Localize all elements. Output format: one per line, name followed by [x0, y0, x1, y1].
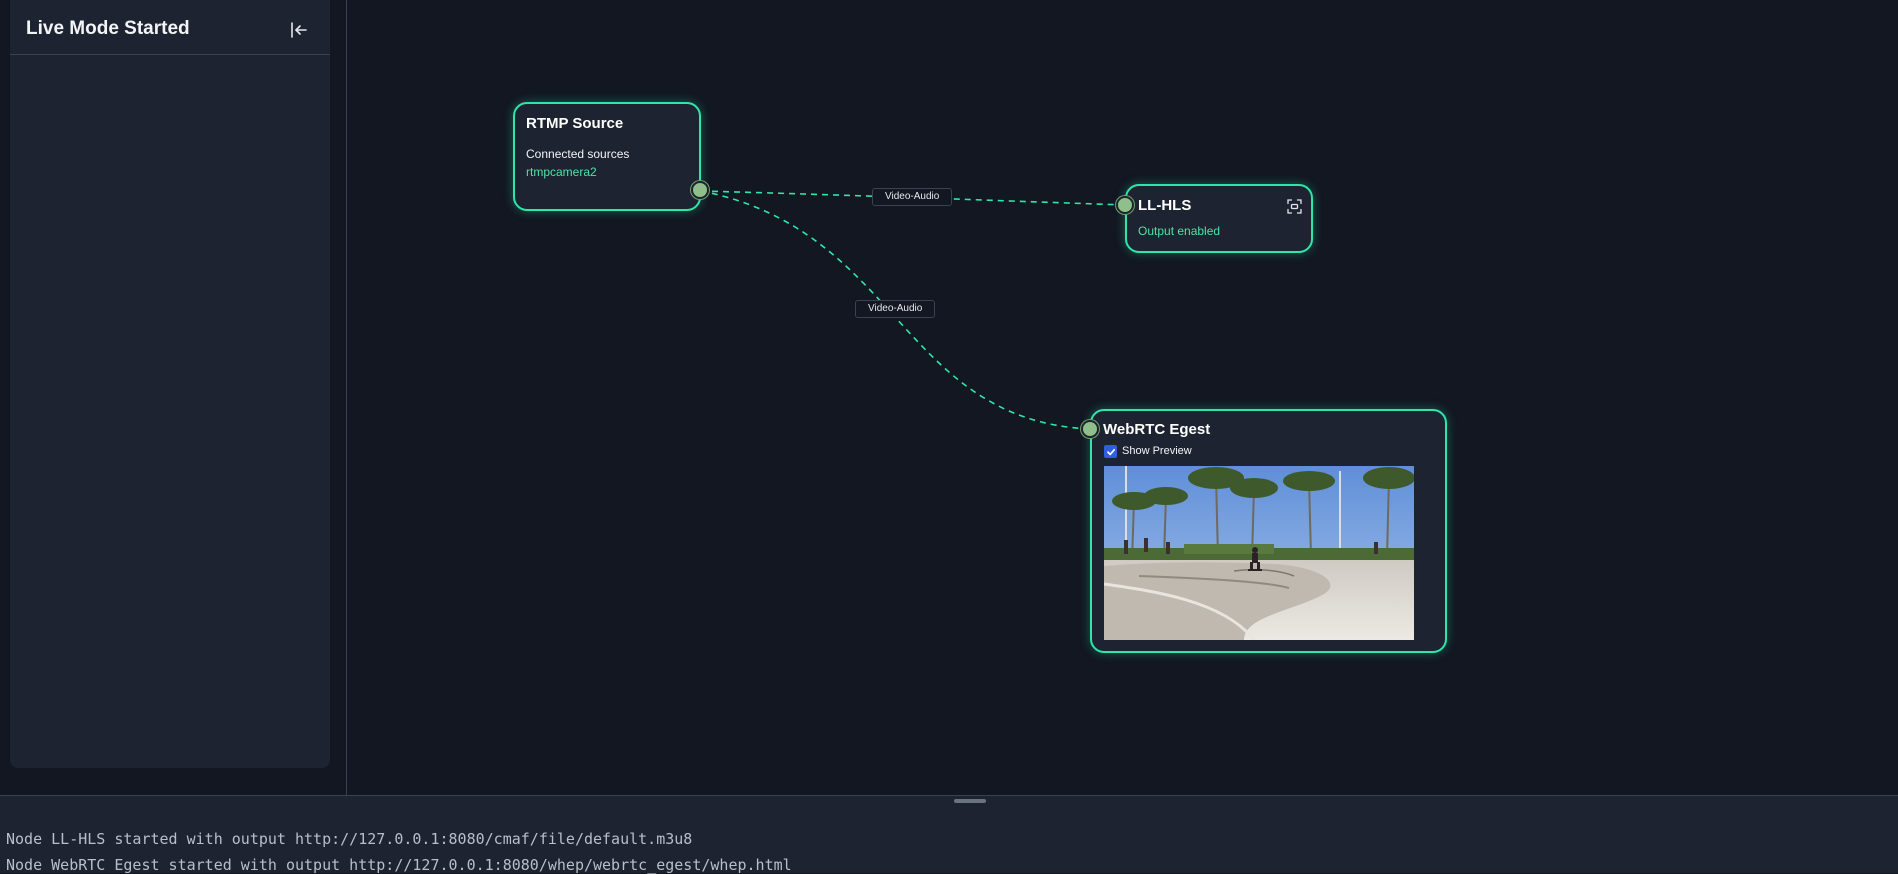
node-title: WebRTC Egest — [1103, 421, 1211, 438]
sidebar: Live Mode Started — [10, 0, 330, 768]
source-name[interactable]: rtmpcamera2 — [526, 165, 597, 179]
checkmark-icon — [1106, 448, 1115, 455]
log-panel: Node LL-HLS started with output http://1… — [0, 795, 1898, 874]
connected-sources-label: Connected sources — [526, 147, 630, 161]
output-handle[interactable] — [691, 181, 709, 199]
focus-icon[interactable] — [1287, 199, 1302, 214]
edge-label-video-audio[interactable]: Video-Audio — [872, 188, 953, 206]
log-line: Node LL-HLS started with output http://1… — [6, 830, 693, 848]
output-status: Output enabled — [1138, 224, 1221, 238]
video-preview-skatepark — [1104, 466, 1414, 640]
node-ll-hls[interactable]: LL-HLS Output enabled — [1125, 184, 1313, 253]
node-title: LL-HLS — [1138, 197, 1192, 214]
show-preview-checkbox[interactable] — [1104, 445, 1117, 458]
input-handle[interactable] — [1116, 196, 1134, 214]
resize-handle[interactable] — [954, 799, 986, 803]
node-rtmp-source[interactable]: RTMP Source Connected sources rtmpcamera… — [513, 102, 701, 211]
input-handle[interactable] — [1081, 420, 1099, 438]
edge-label-video-audio[interactable]: Video-Audio — [855, 300, 936, 318]
app-window: Live Mode Started Video-Audio Video-Audi… — [0, 0, 1898, 874]
collapse-left-icon — [291, 22, 307, 38]
show-preview-label[interactable]: Show Preview — [1122, 445, 1192, 457]
sidebar-title: Live Mode Started — [26, 18, 190, 39]
sidebar-header: Live Mode Started — [10, 0, 330, 55]
collapse-sidebar-button[interactable] — [286, 17, 312, 43]
video-preview[interactable] — [1104, 466, 1414, 640]
log-line: Node WebRTC Egest started with output ht… — [6, 856, 792, 874]
node-webrtc-egest[interactable]: WebRTC Egest Show Preview — [1090, 409, 1447, 653]
node-title: RTMP Source — [526, 115, 624, 132]
